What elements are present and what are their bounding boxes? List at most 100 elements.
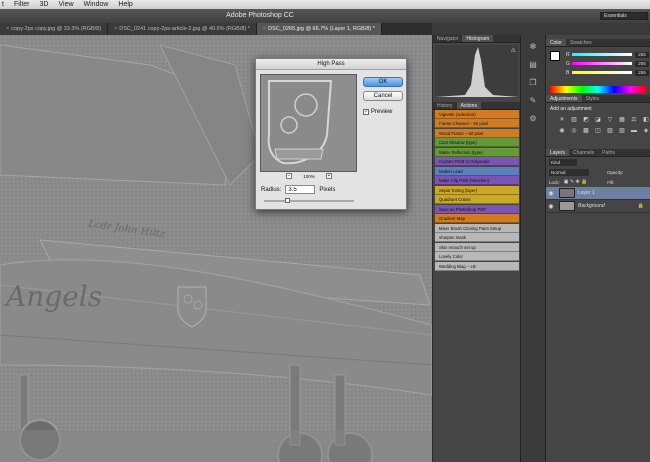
brush-icon[interactable]: ✎	[526, 95, 540, 107]
action-item[interactable]: Save as Photoshop PDF	[435, 204, 519, 214]
layer-thumbnail	[559, 201, 575, 211]
action-item[interactable]: Wood Frame – 50 pixel	[435, 128, 519, 138]
close-icon[interactable]: ×	[6, 26, 9, 32]
histogram-graph	[435, 47, 519, 97]
action-item[interactable]: Mixer Brush Cloning Paint Setup	[435, 223, 519, 233]
preview-checkbox[interactable]: ✓ Preview	[363, 109, 392, 115]
lock-icon[interactable]: ▣ ✎ ✥ 🔒	[564, 179, 588, 185]
slider-b[interactable]: B 255	[546, 68, 650, 77]
blend-mode-select[interactable]: Normal	[549, 168, 589, 176]
exposure-icon[interactable]: ◪	[594, 117, 602, 124]
radius-label: Radius:	[261, 186, 282, 193]
action-item[interactable]: Gradient Map	[435, 214, 519, 223]
brightness-icon[interactable]: ☀	[558, 117, 566, 124]
filter-preview[interactable]	[260, 74, 357, 172]
preview-label: Preview	[371, 109, 393, 115]
radius-slider[interactable]	[264, 198, 354, 203]
lock-label: Lock:	[549, 179, 560, 185]
slider-thumb[interactable]	[284, 198, 290, 203]
navigator-histogram-tabs: Navigator Histogram	[433, 35, 520, 43]
vibrance-icon[interactable]: ▽	[606, 117, 614, 124]
slider-g[interactable]: G 255	[546, 59, 650, 68]
action-item[interactable]: Quadrant Colors	[435, 195, 519, 204]
posterize-icon[interactable]: ▧	[606, 128, 614, 135]
slider-track[interactable]	[572, 71, 632, 74]
menu-filter[interactable]: Filter	[9, 0, 35, 9]
hue-saturation-icon[interactable]: ▦	[618, 117, 626, 124]
gradient-map-icon[interactable]: ▬	[630, 128, 638, 135]
dialog-title: High Pass	[256, 59, 406, 70]
tools-icon[interactable]: ⚙	[526, 113, 540, 125]
doc-tab-label: copy-2ps copy.jpg @ 33.3% (RGB/8)	[11, 26, 102, 32]
ok-button[interactable]: OK	[363, 77, 403, 87]
doc-tab-2[interactable]: × DSC_0241 copy-2ps-article-2.jpg @ 40.5%…	[108, 23, 257, 35]
zoom-in-button[interactable]: +	[325, 173, 332, 179]
action-item[interactable]: Make Clip Path (selection)	[435, 176, 519, 185]
slider-track[interactable]	[572, 62, 632, 65]
slider-value[interactable]: 255	[635, 60, 649, 67]
action-item[interactable]: Lovely Color	[435, 252, 519, 261]
menubar: t Filter 3D View Window Help	[0, 0, 650, 9]
tab-channels[interactable]: Channels	[569, 149, 598, 156]
zoom-out-button[interactable]: −	[286, 173, 292, 179]
checkmark-icon[interactable]: ✓	[363, 109, 369, 115]
tab-navigator[interactable]: Navigator	[433, 35, 462, 42]
histogram-icon[interactable]: ▤	[526, 59, 540, 71]
menu-window[interactable]: Window	[79, 0, 114, 9]
color-icon[interactable]: ✻	[526, 41, 540, 53]
radius-input[interactable]	[285, 185, 316, 194]
layer-row-background[interactable]: ◉ Background 🔒	[546, 200, 650, 213]
cancel-button[interactable]: Cancel	[363, 91, 403, 101]
menu-3d[interactable]: 3D	[35, 0, 54, 9]
slider-value[interactable]: 255	[635, 51, 649, 58]
workspace-select[interactable]: Essentials	[600, 12, 648, 20]
threshold-icon[interactable]: ▨	[618, 128, 626, 135]
slider-value[interactable]: 255	[635, 69, 649, 76]
action-item[interactable]: Molten Lead	[435, 166, 519, 176]
photo-filter-icon[interactable]: ◉	[558, 128, 566, 135]
tab-paths[interactable]: Paths	[598, 149, 619, 156]
layers-icon[interactable]: ❒	[526, 77, 540, 89]
action-item[interactable]: sharpen mask	[435, 233, 519, 242]
invert-icon[interactable]: ◫	[594, 128, 602, 135]
tab-adjustments[interactable]: Adjustments	[546, 95, 582, 102]
color-spectrum[interactable]	[550, 86, 646, 93]
menu-view[interactable]: View	[53, 0, 78, 9]
tab-actions[interactable]: Actions	[456, 102, 481, 109]
black-white-icon[interactable]: ◧	[642, 117, 650, 124]
channel-mixer-icon[interactable]: ◎	[570, 128, 578, 135]
action-item[interactable]: Sepia Toning (layer)	[435, 185, 519, 195]
action-item[interactable]: Water Reflection (type)	[435, 147, 519, 157]
action-item[interactable]: Vignette (selection)	[435, 109, 519, 119]
curves-icon[interactable]: ◩	[582, 117, 590, 124]
slider-track[interactable]	[572, 53, 632, 56]
levels-icon[interactable]: ▥	[570, 117, 578, 124]
tab-styles[interactable]: Styles	[582, 95, 604, 102]
tab-histogram[interactable]: Histogram	[462, 35, 494, 42]
menu-help[interactable]: Help	[113, 0, 137, 9]
tab-swatches[interactable]: Swatches	[566, 39, 596, 46]
high-pass-dialog: High Pass OK Cancel ✓ Preview − 100% + R…	[255, 58, 407, 210]
eye-icon[interactable]: ◉	[546, 203, 556, 210]
action-item[interactable]: Custom RGB to Grayscale	[435, 157, 519, 166]
layer-row-layer1[interactable]: ◉ Layer 1	[546, 187, 650, 200]
color-balance-icon[interactable]: ⚖	[630, 117, 638, 124]
close-icon[interactable]: ×	[263, 26, 266, 32]
action-item[interactable]: Wedding Blog – LB	[435, 261, 519, 271]
selective-color-icon[interactable]: ◈	[642, 128, 650, 135]
menu-item-partial[interactable]: t	[0, 0, 9, 9]
warning-icon[interactable]: ⚠	[511, 47, 516, 54]
eye-icon[interactable]: ◉	[546, 190, 556, 197]
layer-kind-select[interactable]: Kind	[549, 158, 577, 166]
doc-tab-3[interactable]: × DSC_0265.jpg @ 66.7% (Layer 1, RGB/8) *	[256, 23, 382, 35]
doc-tab-1[interactable]: × copy-2ps copy.jpg @ 33.3% (RGB/8)	[0, 23, 109, 35]
slider-r[interactable]: R 255	[546, 50, 650, 59]
close-icon[interactable]: ×	[114, 26, 117, 32]
action-item[interactable]: Frame Channel – 50 pixel	[435, 119, 519, 128]
action-item[interactable]: Skin retouch set up	[435, 242, 519, 252]
tab-layers[interactable]: Layers	[546, 149, 570, 156]
tab-history[interactable]: History	[433, 102, 457, 109]
tab-color[interactable]: Color	[546, 39, 566, 46]
color-lookup-icon[interactable]: ▩	[582, 128, 590, 135]
action-item[interactable]: Cast Shadow (type)	[435, 138, 519, 147]
